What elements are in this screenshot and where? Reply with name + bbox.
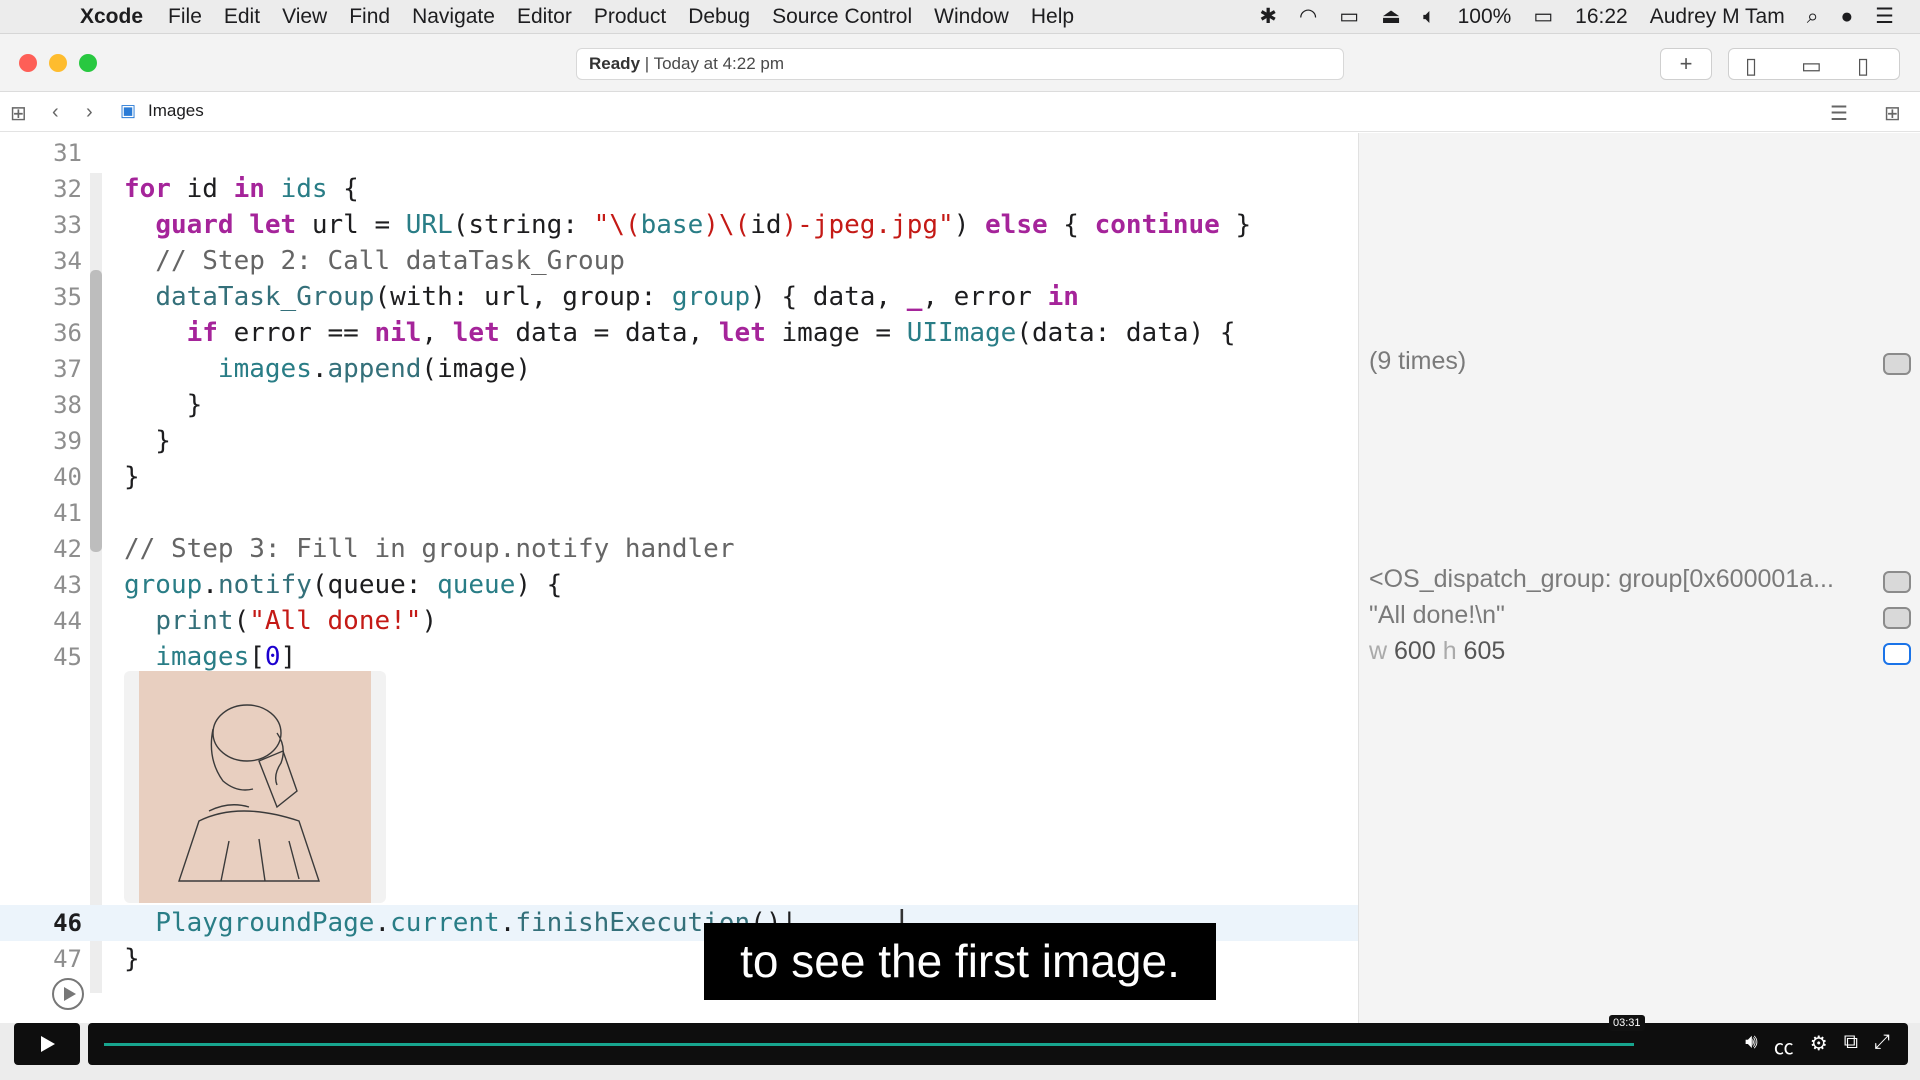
quick-look-button[interactable] bbox=[1883, 353, 1911, 375]
result-group: <OS_dispatch_group: group[0x600001a... bbox=[1369, 565, 1834, 593]
closed-captions-icon[interactable]: ㏄ bbox=[1774, 1031, 1794, 1060]
battery-icon: ▭ bbox=[1533, 5, 1554, 28]
minimize-window-button[interactable] bbox=[49, 54, 67, 72]
results-sidebar: (9 times) <OS_dispatch_group: group[0x60… bbox=[1358, 133, 1920, 1023]
editor-options-icon[interactable]: ☰ bbox=[1830, 101, 1848, 126]
related-items-icon[interactable]: ⊞ bbox=[10, 101, 27, 126]
status-area: ✱ ◠ ▭ ⏏ 🔈︎ 100% ▭ 16:22 Audrey M Tam ⌕ ●… bbox=[1259, 4, 1920, 29]
quick-look-button[interactable] bbox=[1883, 571, 1911, 593]
code-line[interactable]: 45 images[0] bbox=[0, 639, 1358, 675]
settings-gear-icon[interactable]: ⚙ bbox=[1810, 1031, 1828, 1060]
menu-help[interactable]: Help bbox=[1031, 5, 1074, 29]
volume-icon[interactable]: 🔈︎ bbox=[1423, 5, 1436, 29]
code-line[interactable]: 32 for id in ids { bbox=[0, 171, 1358, 207]
navigator-toggle-icon[interactable]: ▯ bbox=[1745, 53, 1757, 79]
battery-percent[interactable]: 100% bbox=[1458, 5, 1512, 29]
user-name[interactable]: Audrey M Tam bbox=[1650, 5, 1785, 29]
siri-icon[interactable]: ● bbox=[1840, 5, 1853, 29]
menu-editor[interactable]: Editor bbox=[517, 5, 572, 29]
code-line[interactable]: 43 group.notify(queue: queue) { bbox=[0, 567, 1358, 603]
forward-chevron-icon[interactable]: › bbox=[86, 101, 93, 124]
jump-bar: ⊞ ‹ › ▣ Images ☰ ⊞ bbox=[0, 92, 1920, 132]
result-done: "All done!\n" bbox=[1369, 601, 1505, 629]
result-image bbox=[139, 671, 371, 903]
inspector-toggle-icon[interactable]: ▯ bbox=[1857, 53, 1869, 79]
code-line[interactable]: 39 } bbox=[0, 423, 1358, 459]
notification-center-icon[interactable]: ☰ bbox=[1875, 4, 1894, 29]
result-size: w 600 h 605 bbox=[1369, 637, 1506, 665]
code-line[interactable]: 42// Step 3: Fill in group.notify handle… bbox=[0, 531, 1358, 567]
time-tooltip: 03:31 bbox=[1609, 1015, 1645, 1031]
wifi-icon[interactable]: ◠ bbox=[1299, 4, 1317, 29]
run-playground-button[interactable] bbox=[52, 978, 84, 1010]
menu-edit[interactable]: Edit bbox=[224, 5, 260, 29]
code-line[interactable]: 38 } bbox=[0, 387, 1358, 423]
layout-toggle-group: ▯ ▭ ▯ bbox=[1728, 48, 1900, 80]
eject-icon[interactable]: ⏏ bbox=[1381, 4, 1401, 29]
progress-track[interactable] bbox=[104, 1043, 1634, 1046]
swift-file-icon: ▣ bbox=[120, 101, 137, 120]
show-result-inline-button[interactable] bbox=[1883, 643, 1911, 665]
menu-find[interactable]: Find bbox=[349, 5, 390, 29]
menu-source-control[interactable]: Source Control bbox=[772, 5, 912, 29]
menu-product[interactable]: Product bbox=[594, 5, 666, 29]
window-toolbar: Ready | Today at 4:22 pm + ▯ ▭ ▯ bbox=[0, 34, 1920, 92]
picture-in-picture-icon[interactable]: ⧉ bbox=[1844, 1031, 1858, 1060]
code-line[interactable]: 36 if error == nil, let data = data, let… bbox=[0, 315, 1358, 351]
video-player-controls: 03:31 🔊︎ ㏄ ⚙ ⧉ ⤢ bbox=[0, 1015, 1920, 1080]
volume-icon[interactable]: 🔊︎ bbox=[1745, 1031, 1758, 1060]
code-line[interactable]: 40} bbox=[0, 459, 1358, 495]
menu-navigate[interactable]: Navigate bbox=[412, 5, 495, 29]
result-times: (9 times) bbox=[1369, 347, 1467, 375]
code-line[interactable]: 34 // Step 2: Call dataTask_Group bbox=[0, 243, 1358, 279]
back-chevron-icon[interactable]: ‹ bbox=[52, 101, 59, 124]
bluetooth-icon[interactable]: ✱ bbox=[1259, 4, 1277, 29]
video-caption: to see the first image. bbox=[704, 923, 1216, 1000]
code-line[interactable]: 31 bbox=[0, 135, 1358, 171]
play-button[interactable] bbox=[14, 1023, 80, 1065]
fullscreen-icon[interactable]: ⤢ bbox=[1874, 1031, 1890, 1060]
menu-bar: Xcode File Edit View Find Navigate Edito… bbox=[0, 0, 1920, 34]
menu-file[interactable]: File bbox=[168, 5, 202, 29]
search-icon[interactable]: ⌕ bbox=[1807, 5, 1819, 29]
menu-view[interactable]: View bbox=[282, 5, 327, 29]
sketch-drawing bbox=[178, 704, 320, 882]
debug-area-toggle-icon[interactable]: ▭ bbox=[1801, 53, 1822, 79]
menu-app-name[interactable]: Xcode bbox=[80, 5, 143, 29]
add-library-button[interactable]: + bbox=[1660, 48, 1712, 80]
activity-status: Ready | Today at 4:22 pm bbox=[576, 48, 1344, 80]
code-line[interactable]: 41 bbox=[0, 495, 1358, 531]
player-icons: 🔊︎ ㏄ ⚙ ⧉ ⤢ bbox=[1745, 1031, 1890, 1060]
breadcrumb-file[interactable]: Images bbox=[148, 101, 204, 121]
quick-look-button[interactable] bbox=[1883, 607, 1911, 629]
progress-bar-container: 03:31 🔊︎ ㏄ ⚙ ⧉ ⤢ bbox=[88, 1015, 1908, 1065]
close-window-button[interactable] bbox=[19, 54, 37, 72]
menu-debug[interactable]: Debug bbox=[688, 5, 750, 29]
clock[interactable]: 16:22 bbox=[1575, 5, 1628, 29]
zoom-window-button[interactable] bbox=[79, 54, 97, 72]
add-editor-icon[interactable]: ⊞ bbox=[1884, 101, 1901, 126]
menu-window[interactable]: Window bbox=[934, 5, 1009, 29]
code-line[interactable]: 35 dataTask_Group(with: url, group: grou… bbox=[0, 279, 1358, 315]
code-line[interactable]: 33 guard let url = URL(string: "\(base)\… bbox=[0, 207, 1358, 243]
code-line[interactable]: 37 images.append(image) bbox=[0, 351, 1358, 387]
code-line[interactable]: 44 print("All done!") bbox=[0, 603, 1358, 639]
airplay-icon[interactable]: ▭ bbox=[1339, 4, 1359, 29]
code-editor[interactable]: 31 32 for id in ids { 33 guard let url = … bbox=[0, 133, 1358, 1023]
